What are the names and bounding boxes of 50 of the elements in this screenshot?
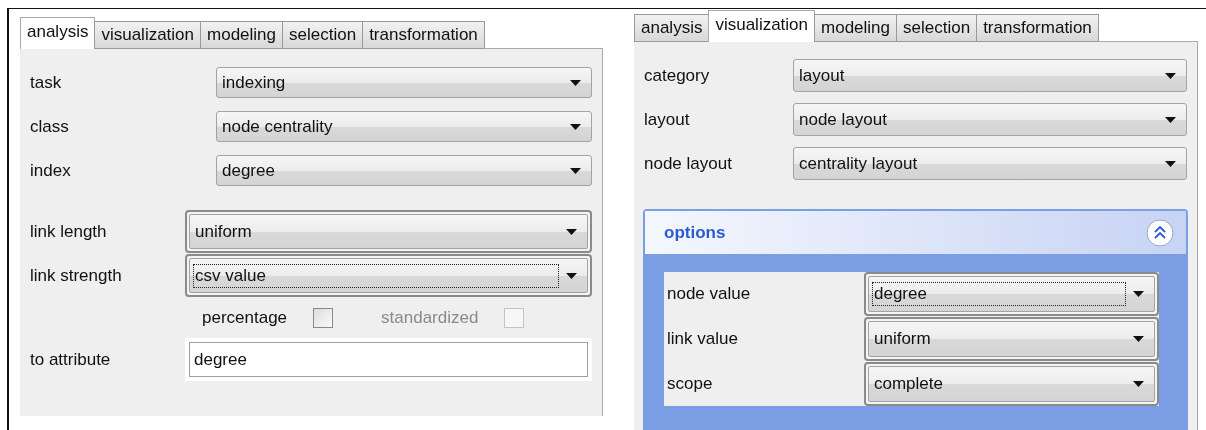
field-label: to attribute — [30, 349, 112, 370]
checkbox-label: percentage — [202, 308, 288, 328]
field-label: task — [30, 72, 63, 93]
dropdown[interactable]: degree — [216, 155, 592, 186]
field-label: link length — [30, 221, 108, 242]
tab[interactable]: selection — [282, 21, 364, 49]
caret-icon — [570, 167, 581, 174]
tab[interactable]: selection — [896, 14, 978, 42]
caret-icon — [1165, 160, 1176, 167]
checkbox-label: standardized — [381, 308, 479, 328]
field-label: index — [30, 160, 72, 181]
dropdown[interactable]: complete — [864, 362, 1159, 406]
caret-icon — [1165, 72, 1176, 79]
field-label: link value — [667, 329, 739, 349]
dropdown[interactable]: centrality layout — [793, 147, 1187, 180]
caret-icon — [1165, 116, 1176, 123]
caret-icon — [570, 123, 581, 130]
caret-icon — [566, 272, 577, 279]
caret-icon — [566, 228, 577, 235]
field-label: category — [644, 65, 711, 86]
dropdown[interactable]: node layout — [793, 103, 1187, 136]
field-label: node layout — [644, 153, 733, 174]
caret-icon — [1133, 336, 1144, 342]
dropdown[interactable]: indexing — [216, 67, 592, 98]
field-label: node value — [667, 284, 752, 304]
tab[interactable]: analysis — [20, 17, 96, 49]
field-label: scope — [667, 374, 714, 394]
text-field[interactable]: degree — [189, 342, 588, 377]
caret-icon — [1133, 291, 1144, 297]
caret-icon — [570, 79, 581, 86]
dropdown[interactable]: csv value — [185, 254, 592, 297]
tab[interactable]: modeling — [814, 14, 898, 42]
caret-icon — [1133, 381, 1144, 387]
checkbox[interactable] — [313, 308, 334, 328]
field-label: layout — [644, 109, 691, 130]
double-chevron-up-icon[interactable] — [1146, 218, 1174, 247]
dropdown[interactable]: layout — [793, 59, 1187, 92]
dropdown[interactable]: node centrality — [216, 111, 592, 142]
dropdown[interactable]: uniform — [185, 210, 592, 253]
options-header[interactable]: options — [645, 211, 1186, 254]
field-label: link strength — [30, 265, 123, 286]
tab[interactable]: visualization — [708, 10, 816, 42]
tab[interactable]: analysis — [634, 14, 710, 42]
tab[interactable]: transformation — [976, 14, 1099, 42]
dropdown[interactable]: degree — [864, 272, 1159, 316]
tab[interactable]: transformation — [362, 21, 485, 49]
tab[interactable]: modeling — [200, 21, 284, 49]
tab[interactable]: visualization — [94, 21, 202, 49]
field-label: class — [30, 116, 70, 137]
dropdown[interactable]: uniform — [864, 317, 1159, 361]
